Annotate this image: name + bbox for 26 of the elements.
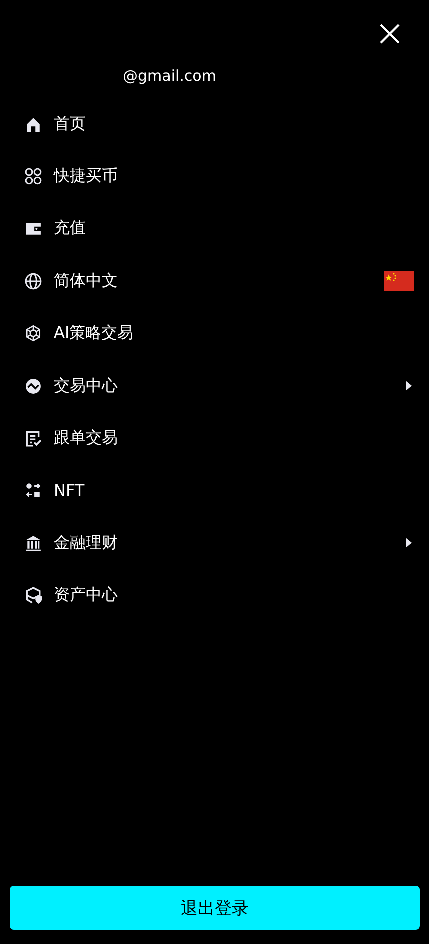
shield-cube-icon xyxy=(25,587,42,604)
home-icon xyxy=(25,116,42,133)
menu-item[interactable]: 金融理财 xyxy=(54,532,118,554)
bank-icon xyxy=(25,534,42,552)
hexagon-icon xyxy=(25,325,42,342)
coins-icon xyxy=(25,168,42,186)
flag-icon xyxy=(384,271,414,292)
menu-item[interactable]: 首页 xyxy=(54,114,86,135)
globe-icon xyxy=(25,272,42,290)
menu-item[interactable]: 简体中文 xyxy=(54,270,118,292)
wallet-icon xyxy=(25,220,42,238)
account-email: @gmail.com xyxy=(123,66,216,86)
menu-item[interactable]: 快捷买币 xyxy=(54,166,118,188)
menu-item[interactable]: 充值 xyxy=(54,218,86,240)
close-icon[interactable] xyxy=(378,22,402,46)
menu-item[interactable]: AI策略交易 xyxy=(54,323,134,344)
menu-item[interactable]: 跟单交易 xyxy=(54,428,118,450)
caret-icon[interactable] xyxy=(406,538,412,548)
logout-button[interactable]: 退出登录 xyxy=(10,886,420,930)
menu-item[interactable]: 交易中心 xyxy=(54,376,118,397)
caret-icon[interactable] xyxy=(406,381,412,392)
menu-item[interactable]: NFT xyxy=(54,481,85,500)
menu-item[interactable]: 资产中心 xyxy=(54,585,118,606)
exchange-icon xyxy=(25,378,42,395)
document-icon xyxy=(25,430,42,448)
swap-icon xyxy=(25,482,42,500)
